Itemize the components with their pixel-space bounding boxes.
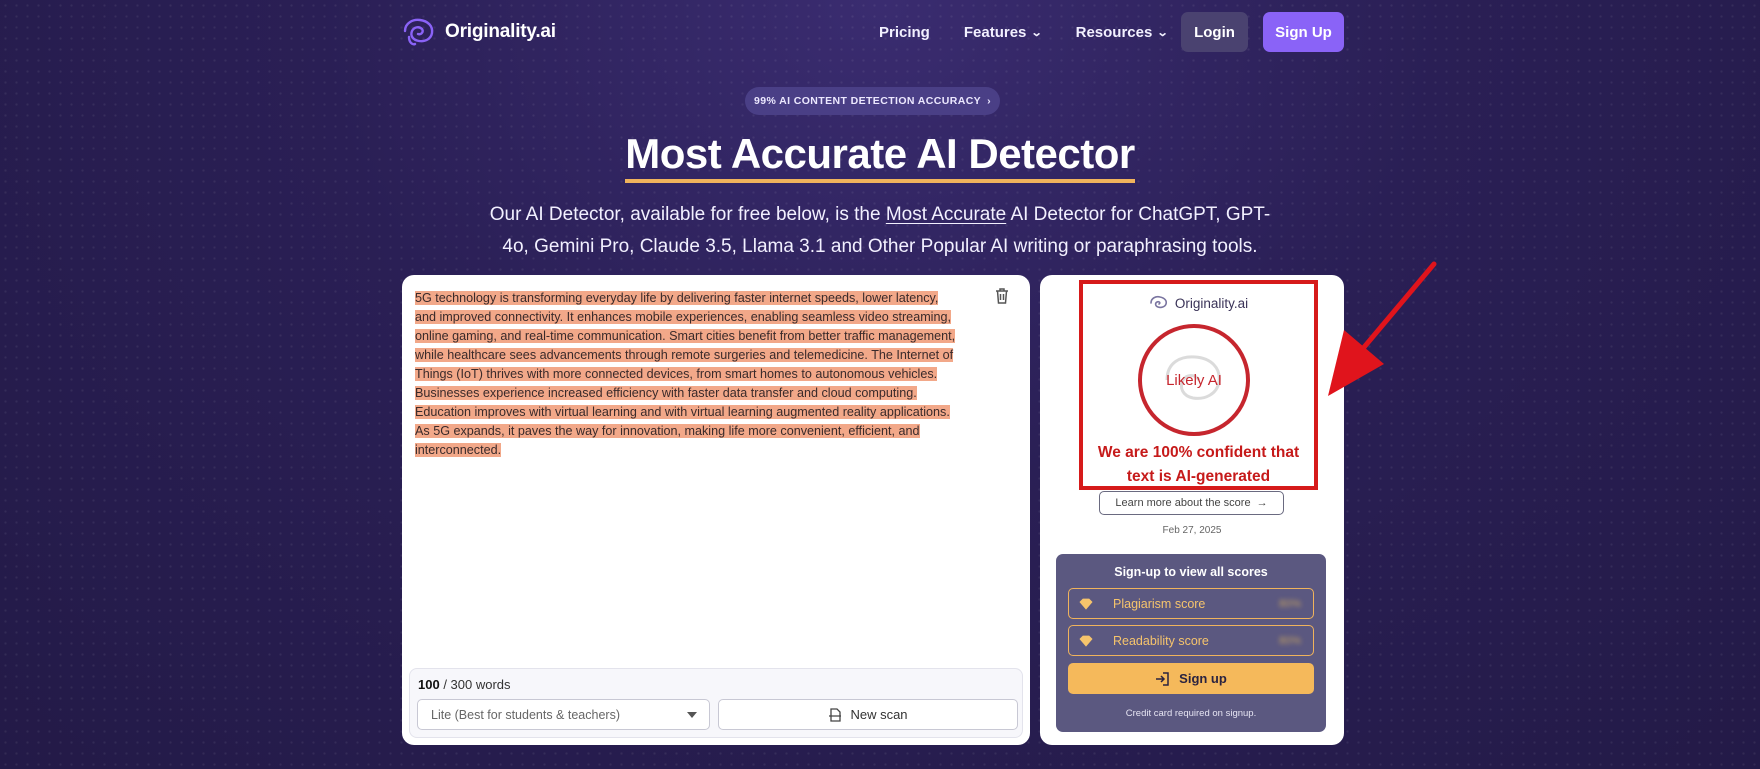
learn-more-button[interactable]: Learn more about the score → [1099, 491, 1284, 515]
caret-down-icon [687, 712, 697, 718]
nav-pricing[interactable]: Pricing [879, 24, 930, 41]
diamond-icon [1079, 598, 1093, 610]
learn-more-label: Learn more about the score [1115, 497, 1251, 509]
credit-card-note: Credit card required on signup. [1125, 708, 1257, 719]
scan-mode-select[interactable]: Lite (Best for students & teachers) [417, 699, 710, 730]
word-count: 100 / 300 words [418, 677, 511, 692]
result-brand: Originality.ai [1083, 295, 1314, 311]
login-icon [1156, 671, 1169, 686]
nav-features-label: Features [963, 23, 1027, 41]
brain-logo-icon [403, 18, 434, 46]
chevron-down-icon: ⌄ [1156, 26, 1169, 39]
signup-button[interactable]: Sign Up [1263, 12, 1344, 52]
confidence-line1: We are 100% confident that [1097, 444, 1300, 461]
result-highlight-box: Originality.ai Likely AI We are 100% con… [1079, 280, 1318, 490]
new-scan-button[interactable]: New scan [718, 699, 1018, 730]
nav-resources[interactable]: Resources ⌄ [1075, 23, 1169, 41]
accuracy-badge-label: 99% AI CONTENT DETECTION ACCURACY [753, 95, 982, 107]
word-limit: / 300 words [443, 677, 511, 692]
nav-resources-label: Resources [1075, 23, 1153, 41]
signup-panel: Sign-up to view all scores Plagiarism sc… [1056, 554, 1326, 732]
most-accurate-link[interactable]: Most Accurate [886, 204, 1006, 225]
result-card: Originality.ai Likely AI We are 100% con… [1040, 275, 1344, 745]
arrow-right-icon: → [1256, 497, 1268, 509]
scan-document-icon [829, 707, 842, 722]
verdict-ring: Likely AI [1138, 324, 1250, 436]
text-editor[interactable]: 5G technology is transforming everyday l… [415, 289, 960, 460]
text-input-card: 5G technology is transforming everyday l… [402, 275, 1030, 745]
diamond-icon [1079, 635, 1093, 647]
plagiarism-score-value: 80% [1278, 597, 1301, 610]
nav-pricing-label: Pricing [879, 23, 930, 41]
verdict-label: Likely AI [1166, 371, 1222, 389]
word-count-value: 100 [418, 677, 440, 692]
panel-signup-button[interactable]: Sign up [1068, 663, 1314, 694]
highlighted-ai-text: 5G technology is transforming everyday l… [415, 291, 956, 457]
scan-date: Feb 27, 2025 [1162, 525, 1222, 536]
brain-logo-icon [1150, 295, 1167, 309]
trash-icon[interactable] [994, 287, 1010, 305]
annotation-arrow-icon [1328, 261, 1437, 396]
editor-toolbar: 100 / 300 words Lite (Best for students … [409, 668, 1023, 738]
confidence-text: We are 100% confident that text is AI-ge… [1083, 441, 1314, 489]
page-title-text: Most Accurate AI Detector [625, 131, 1135, 183]
panel-signup-label: Sign up [1179, 671, 1227, 686]
scan-mode-value: Lite (Best for students & teachers) [431, 707, 620, 722]
readability-score-row[interactable]: Readability score 80% [1068, 625, 1314, 656]
hero-subtitle-part1: Our AI Detector, available for free belo… [489, 204, 886, 225]
brand-name: Originality.ai [445, 21, 556, 42]
chevron-down-icon: ⌄ [1031, 26, 1043, 39]
login-button[interactable]: Login [1181, 12, 1248, 52]
result-brand-name: Originality.ai [1174, 295, 1249, 311]
readability-score-value: 80% [1278, 634, 1301, 647]
page-title: Most Accurate AI Detector [0, 130, 1760, 183]
top-nav: Originality.ai Pricing Features ⌄ Resourc… [401, 12, 1344, 52]
new-scan-label: New scan [850, 707, 908, 722]
readability-score-label: Readability score [1113, 633, 1209, 648]
plagiarism-score-row[interactable]: Plagiarism score 80% [1068, 588, 1314, 619]
nav-links: Pricing Features ⌄ Resources ⌄ [879, 12, 1202, 52]
brand-logo[interactable]: Originality.ai [401, 17, 556, 47]
plagiarism-score-label: Plagiarism score [1113, 596, 1206, 611]
chevron-right-icon: › [987, 95, 991, 107]
accuracy-badge[interactable]: 99% AI CONTENT DETECTION ACCURACY › [745, 87, 1000, 115]
nav-features[interactable]: Features ⌄ [963, 23, 1043, 41]
confidence-line2: text is AI-generated [1126, 468, 1271, 485]
signup-panel-title: Sign-up to view all scores [1114, 565, 1268, 579]
hero-subtitle: Our AI Detector, available for free belo… [480, 199, 1280, 263]
